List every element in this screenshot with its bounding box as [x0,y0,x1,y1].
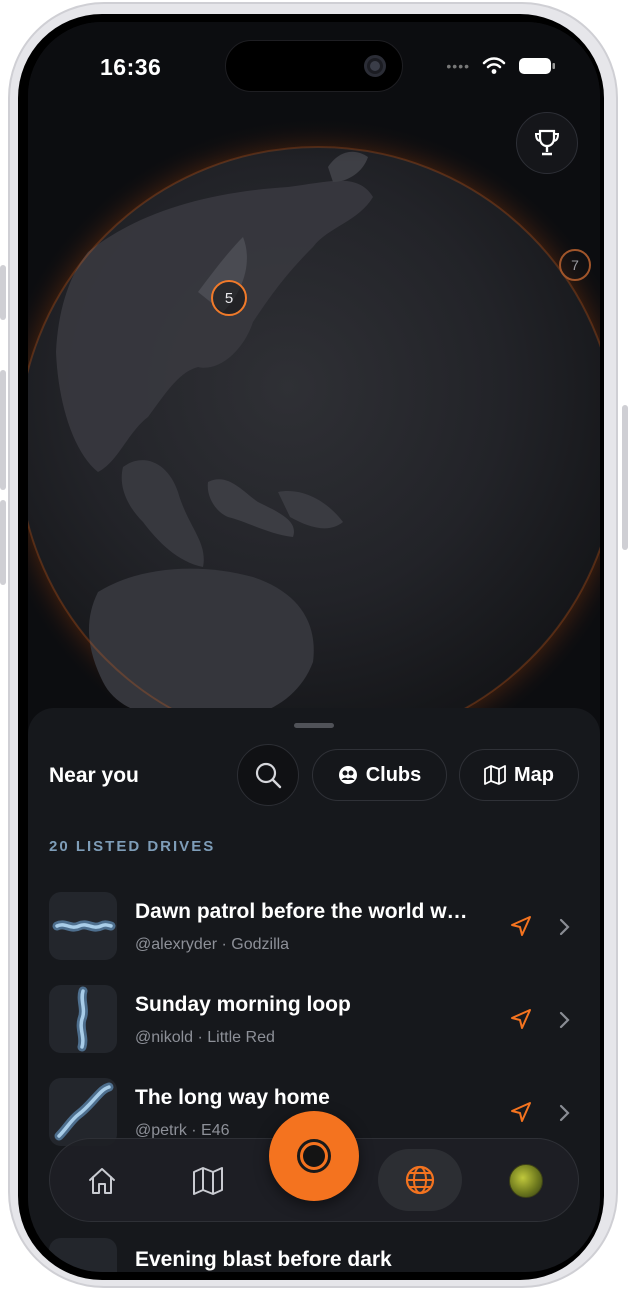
battery-icon [519,58,555,74]
clubs-button[interactable]: Clubs [312,749,447,801]
tab-map[interactable] [178,1151,238,1211]
tab-home[interactable] [72,1151,132,1211]
side-button-volume-down [0,500,6,585]
sheet-grabber[interactable] [294,723,334,728]
trophy-icon [534,129,560,156]
clubs-label: Clubs [365,763,422,786]
avatar [509,1164,543,1198]
map-label: Map [514,763,554,786]
map-cluster-pin[interactable]: 5 [211,280,247,316]
map-cluster-pin[interactable]: 7 [559,249,591,281]
side-button-mute [0,265,6,320]
route-thumbnail [49,1238,117,1272]
map-button[interactable]: Map [459,749,579,801]
globe-view[interactable]: 5 7 [28,22,600,777]
drive-title[interactable]: Evening blast before dark [135,1248,392,1272]
drive-user: @alexryder [135,936,218,953]
navigate-icon[interactable] [509,1007,533,1031]
drive-meta: @alexryder · Godzilla [135,936,290,953]
map-icon [484,765,506,785]
drive-car: E46 [201,1122,230,1139]
pin-count: 5 [224,289,234,307]
side-button-power [622,405,628,550]
search-button[interactable] [237,744,299,806]
drive-user: @petrk [135,1122,187,1139]
drive-user: @nikold [135,1029,194,1046]
chevron-right-icon [559,918,570,936]
tab-explore[interactable] [378,1149,462,1211]
clubs-icon [338,766,357,784]
chevron-right-icon [559,1104,570,1122]
map-tab-icon [193,1167,223,1195]
pin-count: 7 [571,257,579,273]
globe-graphic [28,22,600,777]
navigate-icon[interactable] [509,1100,533,1124]
chevron-right-icon [559,1011,570,1029]
globe-icon [405,1165,435,1195]
side-button-volume-up [0,370,6,490]
home-icon [89,1168,115,1194]
trophy-button[interactable] [516,112,578,174]
record-icon [297,1139,331,1173]
route-thumbnail [49,985,117,1053]
screen: 5 7 16:36 •••• Near you Clubs Map 20 LIS… [28,22,600,1272]
dynamic-island [225,40,403,92]
search-icon [255,762,282,789]
drive-meta: @nikold · Little Red [135,1029,275,1046]
drive-car: Little Red [207,1029,275,1046]
section-label: 20 LISTED DRIVES [49,838,216,855]
navigate-icon[interactable] [509,914,533,938]
route-thumbnail [49,1078,117,1146]
drive-title: Dawn patrol before the world w… [135,900,468,923]
record-button[interactable] [269,1111,359,1201]
drive-title: Sunday morning loop [135,993,351,1016]
status-icons: •••• [446,56,556,76]
sheet-title: Near you [49,764,139,787]
drive-car: Godzilla [231,936,290,953]
route-thumbnail [49,892,117,960]
drive-list-item[interactable]: Sunday morning loop @nikold · Little Red [49,985,579,1055]
camera-icon [364,55,386,77]
wifi-icon [482,57,506,74]
status-time: 16:36 [100,54,162,80]
drive-list-item[interactable]: Dawn patrol before the world w… @alexryd… [49,892,579,962]
drive-title: The long way home [135,1086,330,1109]
tab-profile[interactable] [496,1151,556,1211]
signal-icon: •••• [446,58,470,74]
